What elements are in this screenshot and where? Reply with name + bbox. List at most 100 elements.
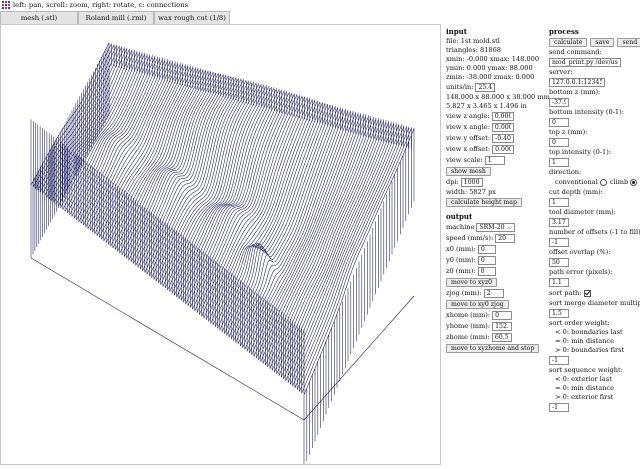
help-text: left: pan, scroll: zoom, right: rotate, … — [13, 1, 189, 9]
path-error-input[interactable] — [549, 278, 569, 287]
server-label: server: — [549, 68, 573, 76]
dpi-input[interactable] — [460, 178, 483, 187]
climb-radio[interactable] — [630, 179, 638, 186]
sort-sequence-hint-3: > 0: exterior first — [555, 393, 614, 401]
units-label: units/in: — [446, 83, 474, 91]
view-z-angle-label: view z angle: — [446, 112, 490, 120]
process-panel: process calculate save send send command… — [549, 27, 640, 413]
process-title: process — [549, 27, 579, 36]
zjog-input[interactable] — [483, 289, 504, 298]
yhome-input[interactable] — [492, 322, 513, 331]
chevron-down-icon: ⌵ — [507, 224, 513, 231]
file-name: file: 1st mold.stl — [446, 37, 500, 45]
y-range: ymin: 0.000 ymax: 88.000 — [446, 64, 533, 72]
speed-label: speed (mm/s): — [446, 234, 494, 242]
bottom-intensity-label: bottom intensity (0-1): — [549, 108, 624, 116]
top-z-input[interactable] — [549, 138, 569, 147]
bottom-intensity-input[interactable] — [549, 118, 569, 127]
units-input[interactable] — [475, 83, 496, 92]
zhome-input[interactable] — [491, 333, 512, 342]
move-to-xyz0-button[interactable]: move to xyz0 — [446, 278, 498, 287]
output-title: output — [446, 212, 473, 221]
machine-select[interactable]: SRM-20 ⌵ — [476, 223, 516, 232]
speed-input[interactable] — [495, 234, 516, 243]
sort-order-hint-2: = 0: min distance — [555, 337, 614, 345]
number-of-offsets-label: number of offsets (-1 to fill): — [549, 228, 640, 236]
triangle-count: triangles: 81868 — [446, 46, 501, 54]
tool-diameter-input[interactable] — [549, 218, 569, 227]
z-range: zmin: -38.000 zmax: 0.000 — [446, 73, 535, 81]
top-intensity-input[interactable] — [549, 158, 569, 167]
view-scale-input[interactable] — [484, 156, 505, 165]
cut-depth-input[interactable] — [549, 198, 569, 207]
sort-order-hint-1: < 0: boundaries last — [555, 328, 623, 336]
calculate-height-map-button[interactable]: calculate height map — [446, 198, 522, 207]
bottom-z-label: bottom z (mm): — [549, 88, 601, 96]
server-input[interactable] — [549, 78, 605, 87]
y0-input[interactable] — [477, 256, 496, 265]
tab-wax-rough-cut[interactable]: wax rough cut (1/8) — [154, 11, 230, 24]
view-y-offset-label: view y offset: — [446, 134, 491, 142]
tool-diameter-label: tool diameter (mm): — [549, 208, 616, 216]
z0-label: z0 (mm): — [446, 267, 476, 275]
tab-roland-mill[interactable]: Roland mill (.rml) — [78, 11, 154, 24]
offset-overlap-label: offset overlap (%): — [549, 248, 611, 256]
view-y-offset-input[interactable] — [492, 134, 515, 143]
sort-path-checkbox[interactable] — [583, 290, 591, 297]
sort-path-label: sort path: — [549, 289, 582, 297]
sort-merge-label: sort merge diameter multiple: — [549, 299, 640, 307]
climb-label: climb — [609, 178, 629, 186]
top-bar: left: pan, scroll: zoom, right: rotate, … — [0, 0, 640, 11]
offset-overlap-input[interactable] — [549, 258, 569, 267]
toolpath-lines — [30, 42, 415, 464]
tab-mesh[interactable]: mesh (.stl) — [0, 11, 78, 24]
send-button[interactable]: send — [617, 38, 640, 47]
zhome-label: zhome (mm): — [446, 333, 490, 341]
input-title: input — [446, 27, 467, 36]
sort-merge-input[interactable] — [549, 309, 569, 318]
sort-sequence-hint-1: < 0: exterior last — [555, 375, 612, 383]
view-x-angle-input[interactable] — [491, 123, 514, 132]
send-command-input[interactable] — [549, 58, 621, 67]
show-mesh-button[interactable]: show mesh — [446, 167, 491, 176]
view-x-angle-label: view x angle: — [446, 123, 490, 131]
bottom-z-input[interactable] — [549, 98, 569, 107]
dpi-label: dpi: — [446, 178, 459, 186]
save-button[interactable]: save — [590, 38, 615, 47]
sort-order-label: sort order weight: — [549, 319, 610, 327]
path-error-label: path error (pixels): — [549, 268, 613, 276]
xhome-input[interactable] — [492, 311, 513, 320]
width-px: width: 5827 px — [446, 188, 497, 196]
send-command-label: send command: — [549, 48, 602, 56]
sort-sequence-label: sort sequence weight: — [549, 366, 623, 374]
machine-select-value: SRM-20 — [479, 224, 505, 231]
top-z-label: top z (mm): — [549, 128, 588, 136]
sort-sequence-input[interactable] — [549, 403, 569, 412]
toolpath-viewer[interactable] — [0, 24, 441, 465]
app-grid-icon[interactable] — [2, 1, 10, 9]
number-of-offsets-input[interactable] — [549, 238, 569, 247]
x0-label: x0 (mm): — [446, 245, 476, 253]
move-to-xy0-zjog-button[interactable]: move to xy0 zjog — [446, 300, 509, 309]
calculate-button[interactable]: calculate — [549, 38, 588, 47]
view-scale-label: view scale: — [446, 156, 483, 164]
toolpath-canvas[interactable] — [1, 25, 440, 464]
conventional-radio[interactable] — [599, 179, 607, 186]
move-to-xyzhome-button[interactable]: move to xyzhome and stop — [446, 344, 540, 353]
sort-order-hint-3: > 0: boundaries first — [555, 346, 625, 354]
cut-depth-label: cut depth (mm): — [549, 188, 603, 196]
sort-order-input[interactable] — [549, 356, 569, 365]
xhome-label: xhome (mm): — [446, 311, 491, 319]
z0-input[interactable] — [477, 267, 496, 276]
yhome-label: yhome (mm): — [446, 322, 491, 330]
top-intensity-label: top intensity (0-1): — [549, 148, 612, 156]
conventional-label: conventional — [555, 178, 598, 186]
sort-sequence-hint-2: = 0: min distance — [555, 384, 614, 392]
x-range: xmin: -0.000 xmax: 148.000 — [446, 55, 540, 63]
view-z-angle-input[interactable] — [491, 112, 514, 121]
view-x-offset-input[interactable] — [492, 145, 515, 154]
x0-input[interactable] — [477, 245, 496, 254]
direction-label: direction: — [549, 168, 582, 176]
size-in: 5.827 x 3.465 x 1.496 in — [446, 102, 527, 110]
machine-label: machine — [446, 223, 475, 231]
